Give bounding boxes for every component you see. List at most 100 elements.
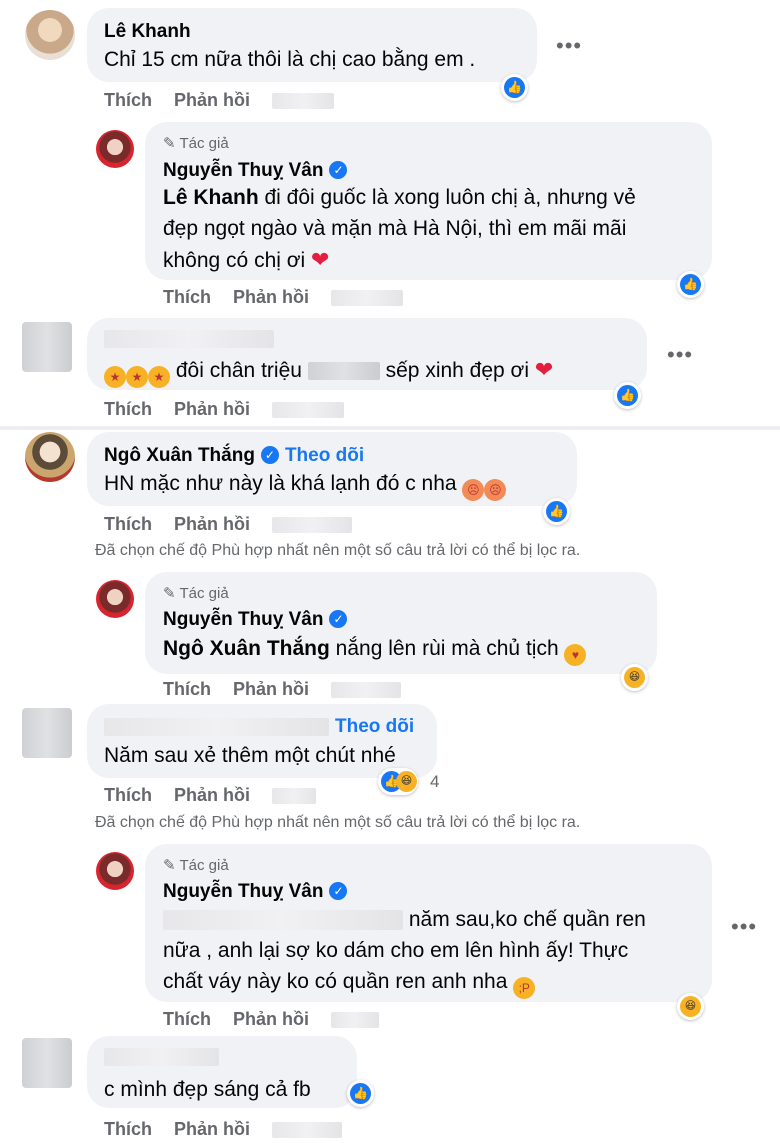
- star-struck-emoji-icon: ★: [104, 366, 126, 388]
- like-button[interactable]: Thích: [163, 679, 211, 699]
- blurred-timestamp: [272, 517, 352, 534]
- cold-face-emoji-icon: ☹: [462, 479, 485, 501]
- commenter-name[interactable]: Ngô Xuân Thắng ✓ Theo dõi: [104, 445, 364, 467]
- reply-button[interactable]: Phản hồi: [233, 287, 309, 307]
- like-button[interactable]: Thích: [104, 1119, 152, 1139]
- blurred-timestamp: [331, 1012, 379, 1029]
- comment-1: Lê Khanh Chỉ 15 cm nữa thôi là chị cao b…: [0, 0, 780, 120]
- author-badge: ✎ Tác giả: [163, 585, 229, 602]
- avatar[interactable]: [96, 852, 134, 890]
- reaction-badge[interactable]: 👍: [501, 74, 528, 101]
- reply-button[interactable]: Phản hồi: [174, 785, 250, 805]
- comment-4: Ngô Xuân Thắng ✓ Theo dõi HN mặc như này l…: [0, 430, 780, 570]
- comment-text: HN mặc như này là khá lạnh đó c nha ☹ ☹: [104, 468, 507, 501]
- like-button[interactable]: Thích: [163, 1009, 211, 1029]
- comment-actions: Thích Phản hồi: [104, 1119, 364, 1140]
- follow-button[interactable]: Theo dõi: [285, 445, 364, 466]
- heart-emoji-icon: ❤: [534, 357, 554, 382]
- reply-3: ✎ Tác giả Nguyễn Thuỵ Vân ✓ năm sau,ko ch…: [0, 842, 780, 1032]
- cold-face-emoji-icon: ☹: [484, 479, 507, 501]
- commenter-name[interactable]: Lê Khanh: [104, 21, 191, 43]
- comment-text: Lê Khanh đi đôi guốc là xong luôn chị à,…: [163, 186, 636, 272]
- heart-emoji-icon: ❤: [311, 247, 330, 272]
- reaction-badge[interactable]: 😆: [677, 993, 704, 1020]
- author-icon: ✎: [163, 135, 180, 152]
- blurred-mention: [163, 910, 403, 931]
- like-reaction-icon: 👍: [680, 274, 701, 295]
- like-reaction-icon: 👍: [350, 1083, 371, 1104]
- blurred-timestamp: [272, 402, 344, 419]
- comment-text: Chỉ 15 cm nữa thôi là chị cao bằng em .: [104, 48, 476, 71]
- reply-1: ✎ Tác giả Nguyễn Thuỵ Vân ✓ Lê Khanh đi đ…: [0, 120, 780, 316]
- haha-reaction-icon: 😆: [624, 667, 645, 688]
- reaction-badge[interactable]: 👍: [614, 382, 641, 409]
- like-button[interactable]: Thích: [104, 514, 152, 534]
- comment-text: ★ ★ ★ đôi chân triệu sếp xinh đẹp ơi ❤: [104, 354, 553, 388]
- commenter-name[interactable]: Nguyễn Thuỵ Vân ✓: [163, 881, 348, 903]
- blurred-avatar[interactable]: [22, 322, 72, 372]
- reply-button[interactable]: Phản hồi: [174, 1119, 250, 1139]
- like-reaction-icon: 👍: [617, 385, 638, 406]
- follow-button[interactable]: Theo dõi: [335, 716, 414, 737]
- reply-button[interactable]: Phản hồi: [233, 1009, 309, 1029]
- author-badge: ✎ Tác giả: [163, 857, 229, 874]
- blurred-timestamp: [272, 788, 316, 805]
- reaction-badge[interactable]: 👍: [677, 271, 704, 298]
- commenter-name[interactable]: Nguyễn Thuỵ Vân ✓: [163, 160, 348, 182]
- blurred-timestamp: [331, 682, 401, 699]
- money-emoji-icon: [307, 362, 380, 381]
- mention-link[interactable]: Ngô Xuân Thắng: [163, 637, 330, 660]
- comment-actions: Thích Phản hồi: [163, 287, 425, 308]
- avatar[interactable]: [25, 432, 75, 482]
- reply-button[interactable]: Phản hồi: [174, 514, 250, 534]
- author-badge: ✎ Tác giả: [163, 135, 229, 152]
- commenter-name[interactable]: Theo dõi: [104, 716, 414, 738]
- like-button[interactable]: Thích: [104, 399, 152, 419]
- filter-notice: Đã chọn chế độ Phù hợp nhất nên một số c…: [95, 814, 581, 831]
- heart-eyes-emoji-icon: ♥: [564, 644, 587, 666]
- reply-button[interactable]: Phản hồi: [174, 90, 250, 110]
- comment-text: năm sau,ko chế quần ren nữa , anh lại sợ…: [163, 904, 646, 999]
- comment-text: c mình đẹp sáng cả fb: [104, 1078, 311, 1101]
- reaction-badge[interactable]: 👍: [543, 498, 570, 525]
- more-options-icon[interactable]: •••: [556, 33, 582, 59]
- comment-actions: Thích Phản hồi: [104, 514, 374, 535]
- star-struck-emoji-icon: ★: [148, 366, 170, 388]
- comment-actions: Thích Phản hồi: [163, 679, 423, 700]
- comment-actions: Thích Phản hồi: [104, 399, 366, 420]
- haha-reaction-icon: 😆: [396, 771, 417, 792]
- blurred-name: [104, 1048, 219, 1066]
- reply-2: ✎ Tác giả Nguyễn Thuỵ Vân ✓ Ngô Xuân Thắn…: [0, 570, 780, 702]
- avatar[interactable]: [25, 10, 75, 60]
- author-icon: ✎: [163, 585, 180, 602]
- avatar[interactable]: [96, 130, 134, 168]
- verified-icon: ✓: [329, 882, 348, 900]
- reaction-count[interactable]: 4: [430, 772, 439, 792]
- winking-tongue-emoji-icon: ;P: [513, 977, 536, 999]
- like-reaction-icon: 👍: [546, 501, 567, 522]
- reaction-badge[interactable]: 👍: [347, 1080, 374, 1107]
- reaction-badge[interactable]: 👍 😆: [378, 768, 418, 795]
- commenter-name[interactable]: Nguyễn Thuỵ Vân ✓: [163, 609, 348, 631]
- like-button[interactable]: Thích: [104, 90, 152, 110]
- like-button[interactable]: Thích: [163, 287, 211, 307]
- reply-button[interactable]: Phản hồi: [174, 399, 250, 419]
- blurred-name: [104, 717, 329, 736]
- comment-8: c mình đẹp sáng cả fb 👍 Thích Phản hồi: [0, 1032, 780, 1143]
- mention-link[interactable]: Lê Khanh: [163, 186, 259, 209]
- more-options-icon[interactable]: •••: [731, 914, 757, 940]
- comment-actions: Thích Phản hồi: [104, 90, 356, 111]
- blurred-avatar[interactable]: [22, 708, 72, 758]
- reaction-badge[interactable]: 😆: [621, 664, 648, 691]
- comment-actions: Thích Phản hồi: [163, 1009, 401, 1030]
- blurred-timestamp: [272, 1122, 342, 1139]
- blurred-avatar[interactable]: [22, 1038, 72, 1088]
- more-options-icon[interactable]: •••: [667, 342, 693, 368]
- comment-actions: Thích Phản hồi: [104, 785, 338, 806]
- like-button[interactable]: Thích: [104, 785, 152, 805]
- like-reaction-icon: 👍: [504, 77, 525, 98]
- comment-6: Theo dõi Năm sau xẻ thêm một chút nhé 👍 😆…: [0, 702, 780, 842]
- blurred-timestamp: [272, 93, 334, 110]
- reply-button[interactable]: Phản hồi: [233, 679, 309, 699]
- avatar[interactable]: [96, 580, 134, 618]
